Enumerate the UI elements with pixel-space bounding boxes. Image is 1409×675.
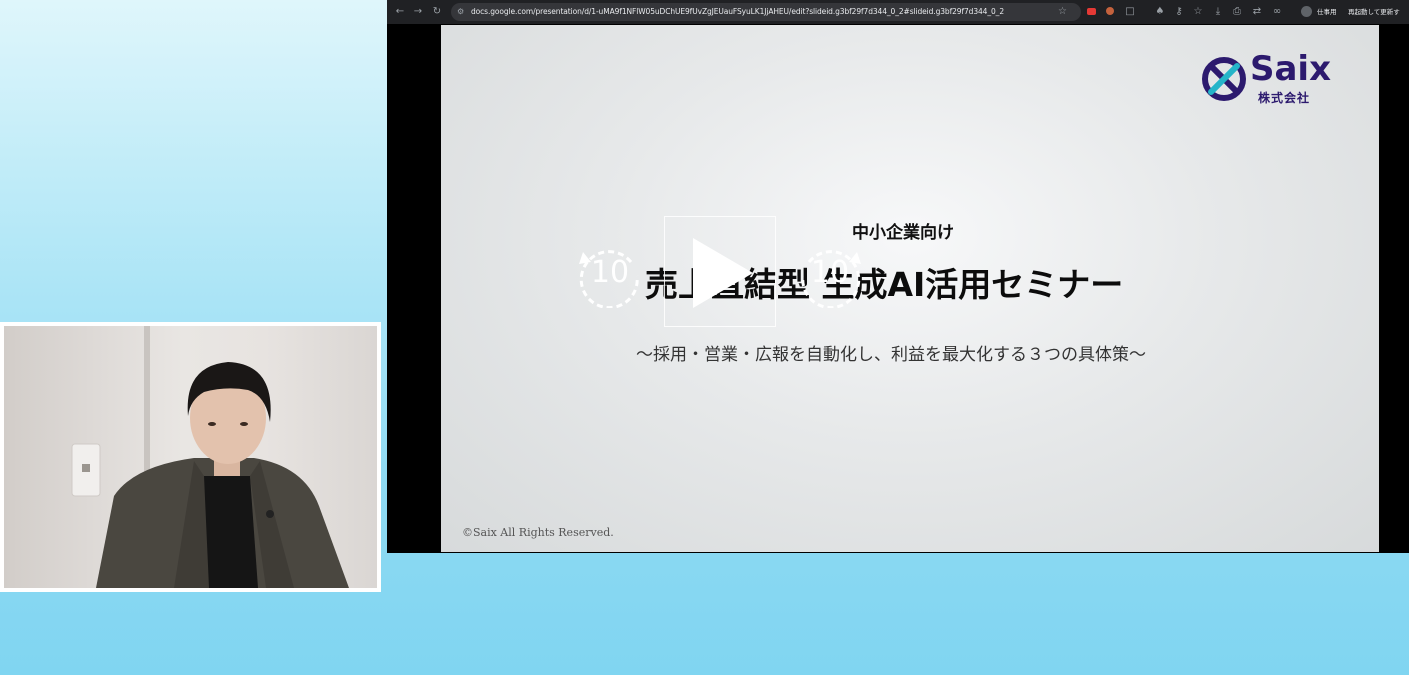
- address-bar[interactable]: ⚙ docs.google.com/presentation/d/1-uMA9f…: [451, 3, 1081, 21]
- url-text[interactable]: docs.google.com/presentation/d/1-uMA9f1N…: [471, 5, 1004, 19]
- slide-copyright: ©Saix All Rights Reserved.: [462, 526, 614, 539]
- rewind-seconds-label: 10: [590, 255, 630, 290]
- saix-logo-mark-icon: [1202, 57, 1246, 101]
- forward-seconds-label: 10: [810, 255, 850, 290]
- profile-icon: [1301, 6, 1312, 17]
- extension-icon[interactable]: [1106, 7, 1114, 15]
- download-icon[interactable]: ⤓: [1211, 5, 1225, 19]
- restart-update-button[interactable]: 再起動して更新す: [1348, 5, 1400, 19]
- site-settings-icon[interactable]: ⚙: [457, 7, 466, 16]
- webcam-video: [4, 326, 377, 588]
- extensions-puzzle-icon[interactable]: □: [1123, 5, 1137, 19]
- password-key-icon[interactable]: ⚷: [1172, 5, 1186, 19]
- forward-arrow-icon[interactable]: →: [411, 5, 425, 19]
- presenter-image: [71, 326, 349, 588]
- browser-toolbar: ← → ↻ ⚙ docs.google.com/presentation/d/1…: [387, 0, 1409, 24]
- translate-icon[interactable]: ⇄: [1250, 5, 1264, 19]
- link-icon[interactable]: ∞: [1270, 5, 1284, 19]
- play-icon[interactable]: [693, 238, 753, 308]
- profile-label: 仕事用: [1317, 8, 1337, 16]
- bookmark-star-icon[interactable]: ☆: [1058, 5, 1067, 19]
- saix-logo: Saix 株式会社: [1200, 49, 1345, 107]
- youtube-extension-icon[interactable]: [1087, 8, 1096, 15]
- slide-subtitle: ～採用・営業・広報を自動化し、利益を最大化する３つの具体策～: [636, 345, 1146, 365]
- reload-icon[interactable]: ↻: [430, 5, 444, 19]
- forward-10-button[interactable]: 10: [795, 238, 865, 308]
- logo-subtitle: 株式会社: [1258, 91, 1311, 105]
- slide-pre-title: 中小企業向け: [852, 223, 954, 243]
- webcam-feed: [0, 322, 381, 592]
- logo-wordmark: Saix: [1250, 49, 1332, 89]
- print-icon[interactable]: ⎙: [1230, 5, 1244, 19]
- bookmark-icon[interactable]: ☆: [1191, 5, 1205, 19]
- rewind-10-button[interactable]: 10: [575, 238, 645, 308]
- back-arrow-icon[interactable]: ←: [393, 5, 407, 19]
- incognito-icon[interactable]: ♠: [1153, 5, 1167, 19]
